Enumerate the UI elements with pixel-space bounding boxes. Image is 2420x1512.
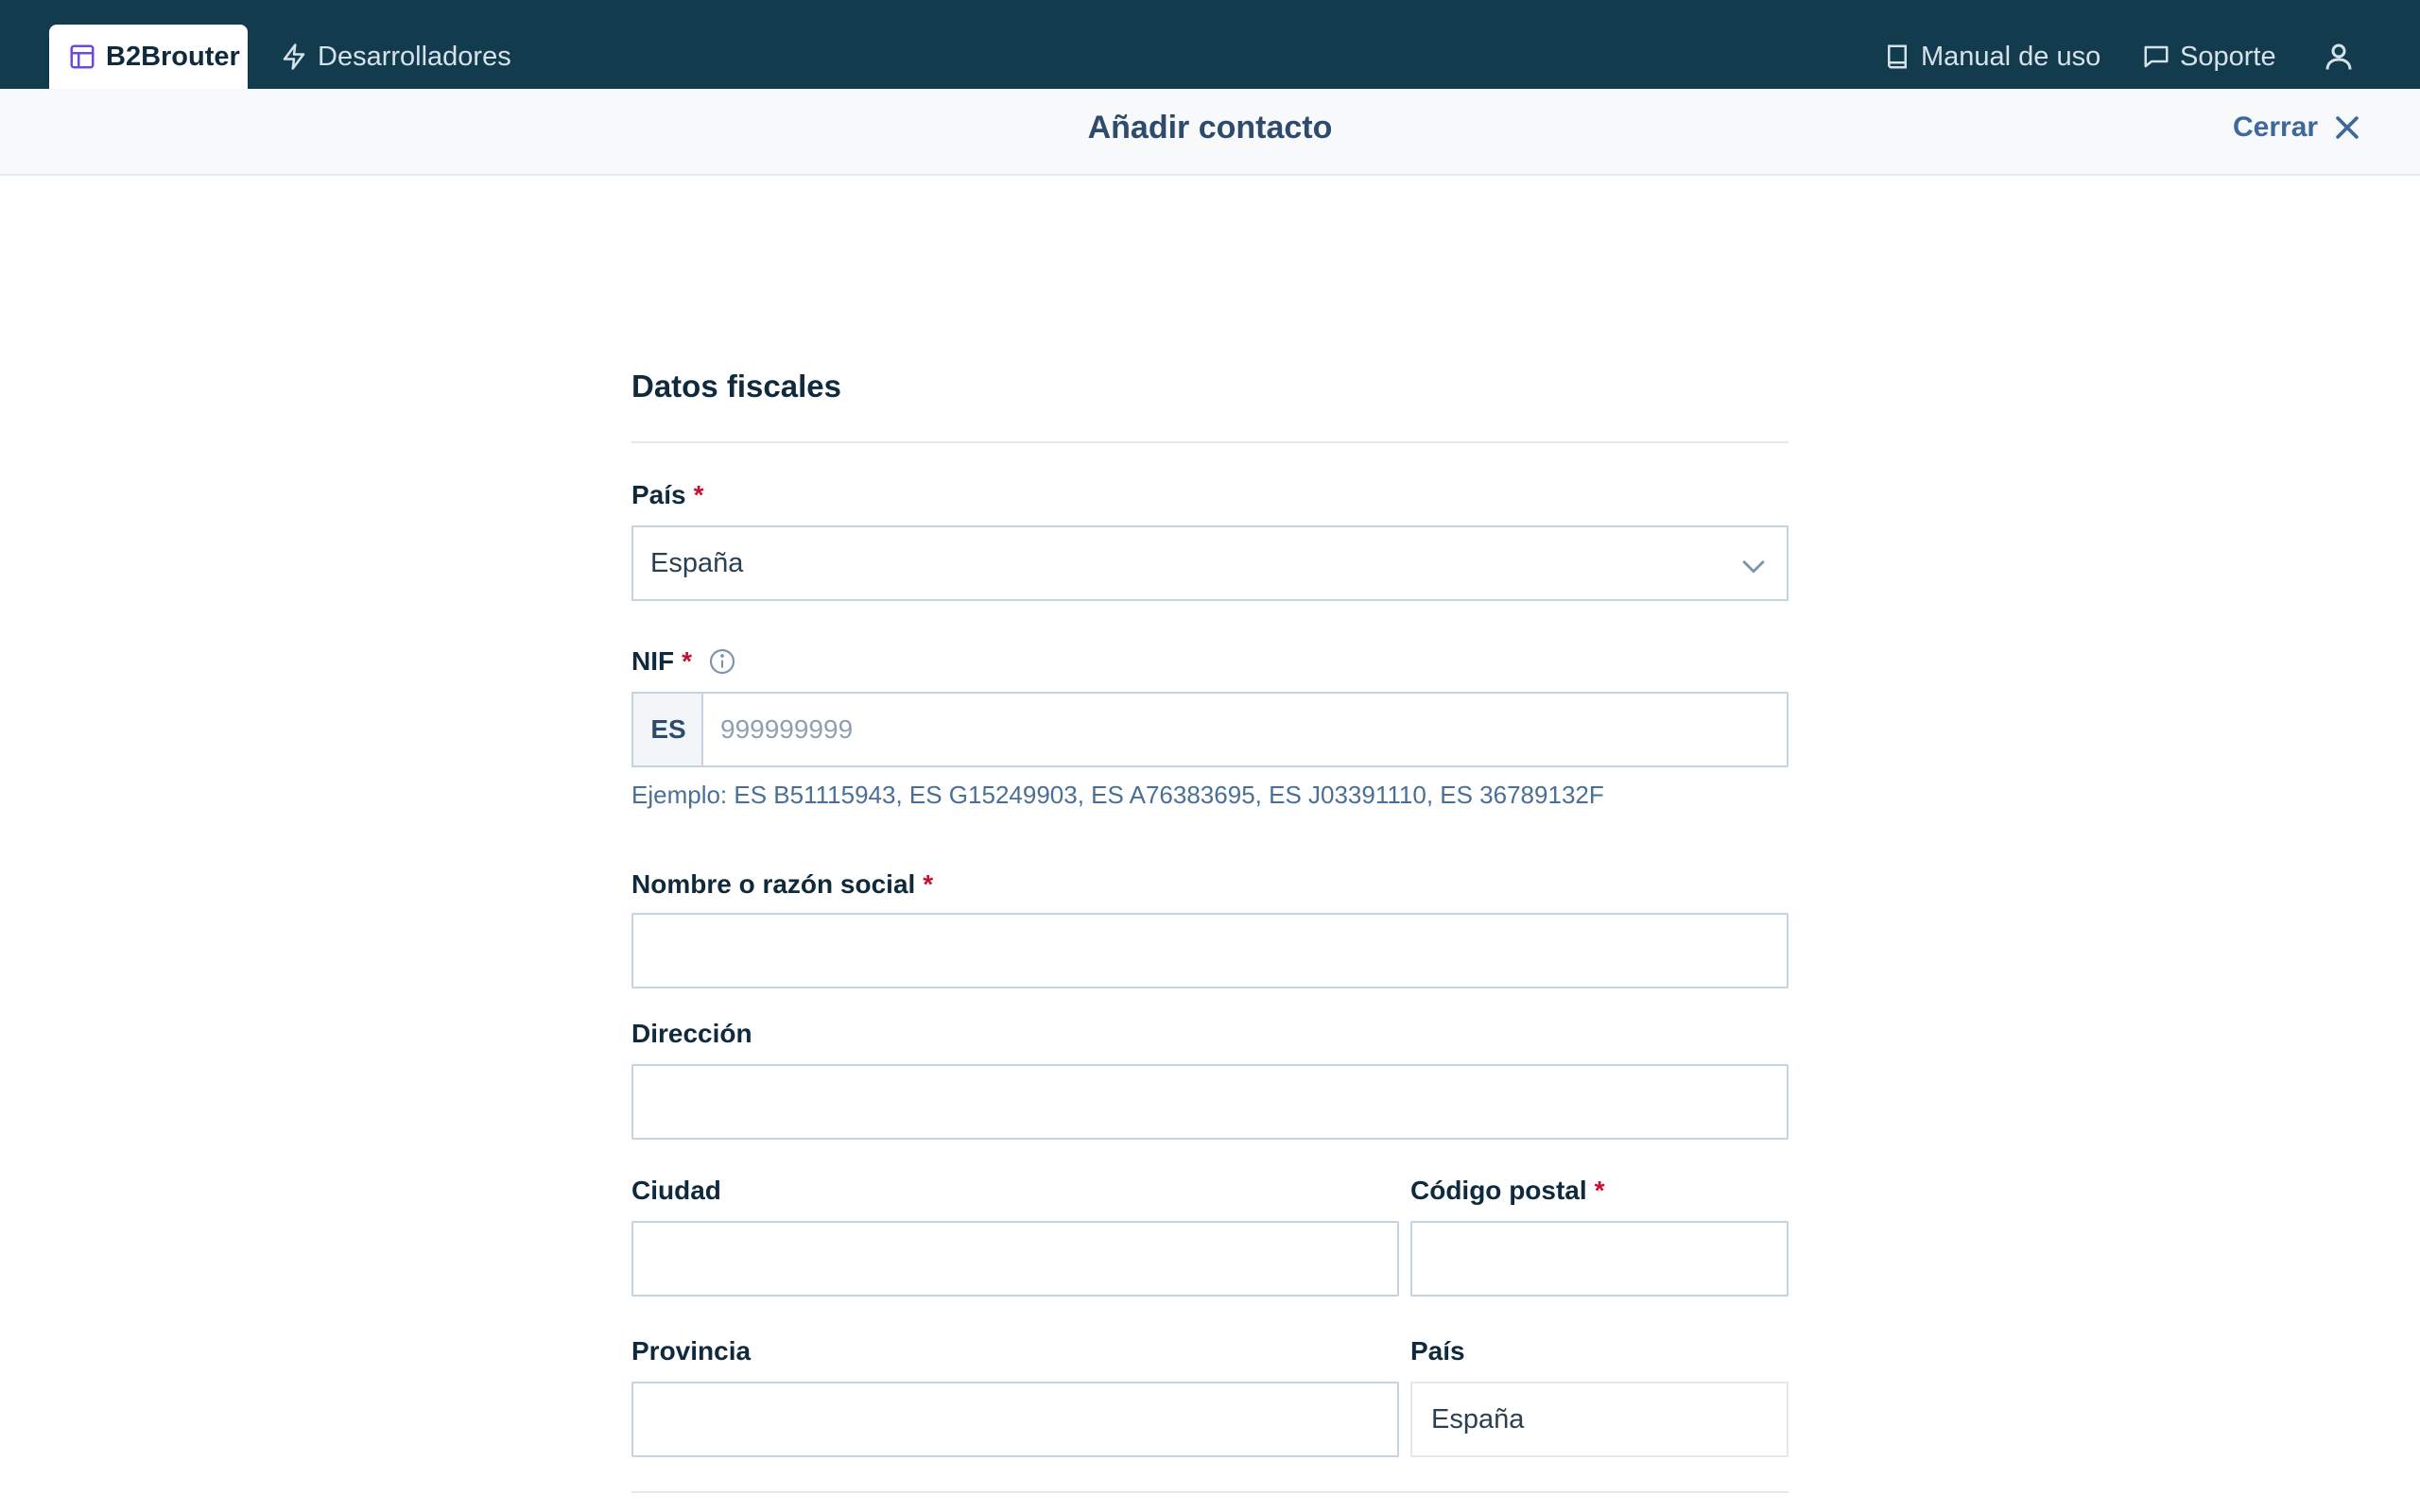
- fiscal-data-form: Datos fiscales: [631, 369, 1789, 416]
- nif-country-prefix: ES: [631, 692, 703, 767]
- country-label-text: País: [631, 480, 686, 509]
- nav-tab-b2brouter[interactable]: B2Brouter: [49, 25, 248, 89]
- country-select-value: España: [650, 547, 744, 578]
- name-label: Nombre o razón social *: [631, 869, 933, 900]
- layout-icon: [68, 43, 96, 71]
- required-asterisk: *: [693, 480, 704, 509]
- close-button[interactable]: Cerrar: [2233, 112, 2363, 144]
- country-label: País *: [631, 480, 704, 510]
- country-readonly-value: España: [1431, 1403, 1525, 1435]
- province-label: Provincia: [631, 1336, 751, 1366]
- section-divider: [631, 441, 1789, 443]
- page-title: Añadir contacto: [1087, 110, 1333, 146]
- book-icon: [1883, 43, 1911, 71]
- address-label-text: Dirección: [631, 1019, 752, 1048]
- chat-icon: [2142, 43, 2170, 71]
- user-menu-button[interactable]: [2322, 25, 2356, 89]
- manual-label: Manual de uso: [1921, 41, 2101, 72]
- info-icon[interactable]: [707, 646, 737, 677]
- nif-label: NIF *: [631, 646, 737, 677]
- country-readonly-label-text: País: [1410, 1336, 1465, 1366]
- country-readonly-label: País: [1410, 1336, 1465, 1366]
- nav-tab-developers[interactable]: Desarrolladores: [280, 25, 511, 89]
- postal-code-input[interactable]: [1410, 1221, 1789, 1297]
- address-label: Dirección: [631, 1019, 752, 1049]
- name-label-text: Nombre o razón social: [631, 869, 916, 899]
- required-asterisk: *: [682, 646, 693, 676]
- nif-help-text: Ejemplo: ES B51115943, ES G15249903, ES …: [631, 781, 1604, 809]
- address-input[interactable]: [631, 1064, 1789, 1140]
- postal-code-label: Código postal *: [1410, 1176, 1605, 1206]
- support-link[interactable]: Soporte: [2142, 25, 2276, 89]
- city-label-text: Ciudad: [631, 1176, 721, 1205]
- section-title: Datos fiscales: [631, 369, 841, 404]
- nif-label-text: NIF: [631, 646, 675, 676]
- close-icon: [2331, 112, 2363, 144]
- manual-link[interactable]: Manual de uso: [1883, 25, 2100, 89]
- chevron-down-icon: [1737, 550, 1770, 582]
- province-label-text: Provincia: [631, 1336, 752, 1366]
- city-input[interactable]: [631, 1221, 1399, 1297]
- top-nav-bar: B2Brouter Desarrolladores Manual de uso …: [0, 0, 2420, 89]
- nav-tab-label: Desarrolladores: [318, 41, 511, 72]
- lightning-icon: [280, 43, 308, 71]
- user-icon: [2322, 40, 2356, 74]
- city-label: Ciudad: [631, 1176, 721, 1206]
- required-asterisk: *: [1594, 1176, 1605, 1205]
- country-readonly-field: España: [1410, 1382, 1789, 1457]
- support-label: Soporte: [2180, 41, 2276, 72]
- province-input[interactable]: [631, 1382, 1399, 1457]
- nif-input[interactable]: [701, 692, 1789, 767]
- postal-code-label-text: Código postal: [1410, 1176, 1587, 1205]
- page-header: Añadir contacto Cerrar: [0, 89, 2420, 176]
- name-input[interactable]: [631, 913, 1789, 988]
- country-select[interactable]: España: [631, 525, 1789, 601]
- bottom-divider: [631, 1491, 1789, 1493]
- close-label: Cerrar: [2233, 112, 2319, 143]
- nav-tab-label: B2Brouter: [106, 41, 240, 72]
- required-asterisk: *: [923, 869, 934, 899]
